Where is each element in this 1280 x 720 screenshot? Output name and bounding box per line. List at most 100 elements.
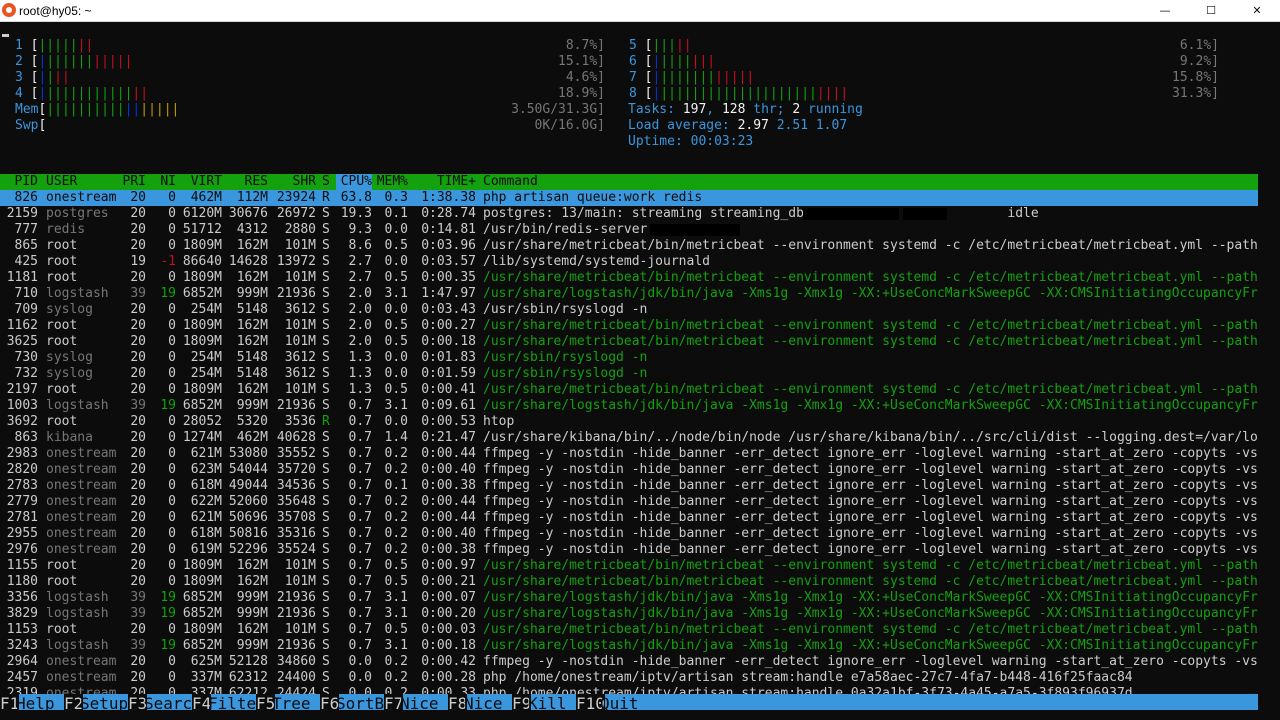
table-row[interactable]: 1162 root 20 0 1809M 162M 101M S 2.0 0.5 0:00.27/u… — [0, 318, 1258, 334]
column-header-user[interactable]: USER — [46, 174, 126, 190]
cell-user: syslog — [46, 366, 93, 381]
cell-cpu: 0.7 — [348, 478, 372, 493]
meter-value: 0K/16.0G] — [534, 118, 605, 133]
cell-ni: 19 — [160, 590, 176, 605]
cell-res: 5148 — [236, 302, 268, 317]
cell-ni: 0 — [168, 574, 176, 589]
table-row[interactable]: 865 root 20 0 1809M 162M 101M S 8.6 0.5 0:03.96/us… — [0, 238, 1258, 254]
cell-user: onestream — [46, 446, 117, 461]
column-header-state[interactable]: S — [322, 174, 332, 190]
cell-virt: 1809M — [182, 270, 222, 285]
column-header-pid[interactable]: PID — [0, 174, 38, 190]
table-row[interactable]: 1180 root 20 0 1809M 162M 101M S 0.7 0.5 0:00.21/u… — [0, 574, 1258, 590]
table-row[interactable]: 3692 root 20 0 28052 5320 3536 R 0.7 0.0 0:00.53 ht… — [0, 414, 1258, 430]
minimize-button[interactable]: — — [1142, 0, 1188, 22]
meter-label: 6 — [629, 54, 645, 69]
table-row[interactable]: 2197 root 20 0 1809M 162M 101M S 1.3 0.5 0:00.41/u… — [0, 382, 1258, 398]
table-row[interactable]: 2159 postgres 20 0 6120M 30676 26972 S 19.3 0.1 0:… — [0, 206, 1258, 222]
cell-state: S — [322, 446, 330, 461]
cell-user: syslog — [46, 302, 93, 317]
table-row[interactable]: 1153 root 20 0 1809M 162M 101M S 0.7 0.5 0:00.03/u… — [0, 622, 1258, 638]
cell-res: 14628 — [228, 254, 268, 269]
meter-bar-segment: || — [675, 38, 692, 53]
cell-state: S — [322, 318, 330, 333]
table-row[interactable]: 2783 onestream 20 0 618M 49044 34536 S 0.7 0.1 0:0… — [0, 478, 1258, 494]
fkey-label-f10[interactable]: Quit — [600, 694, 639, 713]
cell-user: kibana — [46, 430, 93, 445]
cell-time: 0:00.44 — [421, 446, 476, 461]
swap-meter: Swp[ — [15, 118, 47, 133]
table-row[interactable]: 732 syslog 20 0 254M 5148 3612 S 1.3 0.0 0:01.59/u… — [0, 366, 1258, 382]
cell-cpu: 0.7 — [348, 462, 372, 477]
cell-time: 0:00.35 — [421, 270, 476, 285]
table-row[interactable]: 2779 onestream 20 0 622M 52060 35648 S 0.7 0.2 0:0… — [0, 494, 1258, 510]
cell-user: onestream — [46, 670, 117, 685]
column-header-ni[interactable]: NI — [150, 174, 176, 190]
cell-res: 112M — [236, 190, 268, 205]
cell-shr: 21936 — [276, 398, 316, 413]
cell-mem: 3.1 — [384, 398, 408, 413]
table-row[interactable]: 1155 root 20 0 1809M 162M 101M S 0.7 0.5 0:00.97/u… — [0, 558, 1258, 574]
table-row[interactable]: 2955 onestream 20 0 618M 50816 35316 S 0.7 0.2 0:0… — [0, 526, 1258, 542]
meter-label: Swp — [15, 118, 39, 133]
cell-time: 0:00.44 — [421, 494, 476, 509]
table-row-selected[interactable]: 826 onestream 20 0 462M 112M 23924 R 63.8 0.3 1:38… — [0, 190, 1258, 206]
column-header-cpu[interactable]: CPU% — [336, 174, 372, 190]
table-row[interactable]: 710 logstash 39 19 6852M 999M 21936 S 2.0 3.1 1:47… — [0, 286, 1258, 302]
table-row[interactable]: 2964 onestream 20 0 625M 52128 34860 S 0.0 0.2 0:0… — [0, 654, 1258, 670]
table-row[interactable]: 863 kibana 20 0 1274M 462M 40628 S 0.7 1.4 0:21.47… — [0, 430, 1258, 446]
column-header-res[interactable]: RES — [226, 174, 268, 190]
cell-state: S — [322, 526, 330, 541]
cell-shr: 34536 — [276, 478, 316, 493]
cell-pid: 1003 — [6, 398, 38, 413]
table-row[interactable]: 730 syslog 20 0 254M 5148 3612 S 1.3 0.0 0:01.83/u… — [0, 350, 1258, 366]
column-header-pri[interactable]: PRI — [118, 174, 146, 190]
cell-mem: 0.1 — [384, 478, 408, 493]
cell-pri: 20 — [130, 622, 146, 637]
cell-pri: 20 — [130, 206, 146, 221]
cell-user: syslog — [46, 350, 93, 365]
cell-cpu: 0.7 — [348, 606, 372, 621]
table-row[interactable]: 2457 onestream 20 0 337M 62312 24400 S 0.0 0.2 0:0… — [0, 670, 1258, 686]
table-row[interactable]: 3829 logstash 39 19 6852M 999M 21936 S 0.7 3.1 0:0… — [0, 606, 1258, 622]
table-row[interactable]: 777 redis 20 0 51712 4312 2880 S 9.3 0.0 0:14.81/u… — [0, 222, 1258, 238]
table-row[interactable]: 2976 onestream 20 0 619M 52296 35524 S 0.7 0.2 0:0… — [0, 542, 1258, 558]
column-header-mem[interactable]: MEM% — [376, 174, 408, 190]
cell-shr: 26972 — [276, 206, 316, 221]
cell-cpu: 63.8 — [340, 190, 372, 205]
cell-res: 54044 — [228, 462, 268, 477]
column-header-shr[interactable]: SHR — [268, 174, 316, 190]
cell-time: 1:47.97 — [421, 286, 476, 301]
cell-virt: 6852M — [182, 398, 222, 413]
cell-virt: 6852M — [182, 590, 222, 605]
table-row[interactable]: 3356 logstash 39 19 6852M 999M 21936 S 0.7 3.1 0:0… — [0, 590, 1258, 606]
table-row[interactable]: 2781 onestream 20 0 621M 50696 35708 S 0.7 0.2 0:0… — [0, 510, 1258, 526]
cell-pri: 19 — [130, 254, 146, 269]
table-row[interactable]: 1003 logstash 39 19 6852M 999M 21936 S 0.7 3.1 0:0… — [0, 398, 1258, 414]
terminal-cursor — [2, 34, 9, 37]
table-row[interactable]: 1181 root 20 0 1809M 162M 101M S 2.7 0.5 0:00.35/u… — [0, 270, 1258, 286]
meter-value: 6.1%] — [1179, 38, 1219, 53]
cell-state: S — [322, 430, 330, 445]
cell-cpu: 2.0 — [348, 334, 372, 349]
cell-mem: 0.2 — [384, 462, 408, 477]
table-row[interactable]: 709 syslog 20 0 254M 5148 3612 S 2.0 0.0 0:03.43/u… — [0, 302, 1258, 318]
column-header-command[interactable]: Command — [483, 174, 1258, 190]
table-row[interactable]: 425 root 19 -1 86640 14628 13972 S 2.7 0.0 0:03.57… — [0, 254, 1258, 270]
table-row[interactable]: 2983 onestream 20 0 621M 53080 35552 S 0.7 0.2 0:0… — [0, 446, 1258, 462]
table-row[interactable]: 3625 root 20 0 1809M 162M 101M S 2.0 0.5 0:00.18/u… — [0, 334, 1258, 350]
cell-virt: 28052 — [182, 414, 222, 429]
table-row[interactable]: 2820 onestream 20 0 623M 54044 35720 S 0.7 0.2 0:0… — [0, 462, 1258, 478]
maximize-button[interactable]: ☐ — [1188, 0, 1234, 22]
close-button[interactable]: ✕ — [1234, 0, 1280, 22]
table-row[interactable]: 3243 logstash 39 19 6852M 999M 21936 S 0.7 3.1 0:0… — [0, 638, 1258, 654]
cell-pid: 863 — [14, 430, 38, 445]
cell-time: 0:00.28 — [421, 670, 476, 685]
terminal-scrollbar[interactable] — [1262, 22, 1280, 720]
column-header-time[interactable]: TIME+ — [416, 174, 476, 190]
cell-pri: 20 — [130, 670, 146, 685]
terminal-area[interactable]: 1 [||||||| 8.7%] 2 [|||||||||||| 15.1%] 3 [|… — [0, 22, 1280, 720]
cell-state: S — [322, 222, 330, 237]
cell-state: S — [322, 238, 330, 253]
column-header-virt[interactable]: VIRT — [176, 174, 222, 190]
